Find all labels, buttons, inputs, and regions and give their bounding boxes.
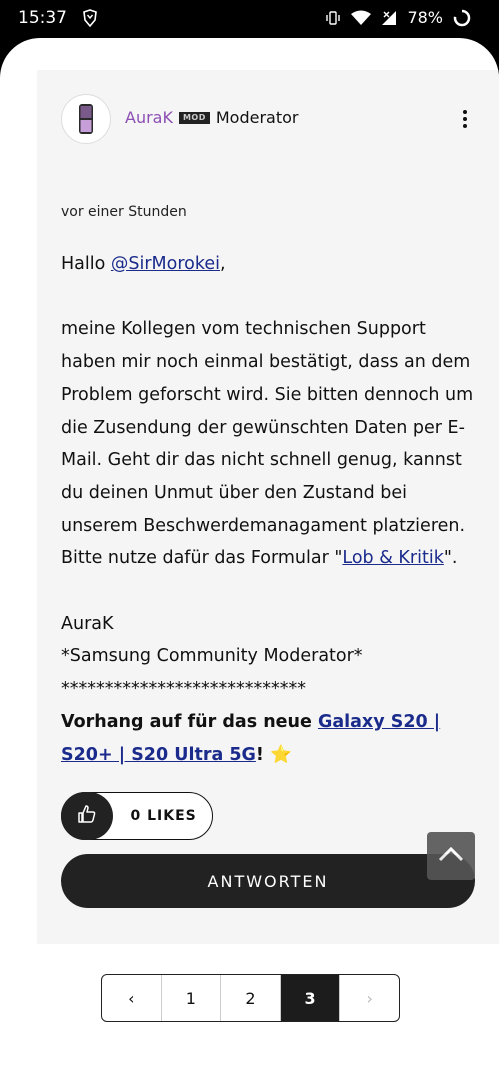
thumbs-up-icon (77, 804, 97, 828)
chevron-up-icon (438, 846, 464, 866)
mod-badge: MOD (178, 111, 210, 124)
post-body: Hallo @SirMorokei, meine Kollegen vom te… (61, 248, 479, 771)
promo-line: Vorhang auf für das neue Galaxy S20 | S2… (61, 706, 479, 771)
post-timestamp: vor einer Stunden (61, 204, 187, 220)
author-row: AuraK MOD Moderator (125, 108, 299, 127)
battery-icon (453, 9, 471, 27)
message-text-end: ". (443, 548, 458, 569)
signal-icon (381, 10, 397, 26)
battery-percent: 78% (407, 8, 443, 27)
greeting-suffix: , (220, 254, 226, 274)
mention-link[interactable]: @SirMorokei (111, 254, 220, 274)
avatar[interactable] (61, 94, 111, 144)
greeting-prefix: Hallo (61, 254, 111, 274)
signature-line: **************************** (61, 679, 306, 700)
author-role: Moderator (215, 108, 299, 127)
signature-name: AuraK (61, 613, 114, 634)
status-time: 15:37 (18, 8, 67, 28)
pagination-next[interactable]: › (340, 975, 399, 1021)
pagination: ‹ 1 2 3 › (101, 974, 400, 1022)
like-button[interactable] (60, 792, 113, 840)
greeting: Hallo @SirMorokei, (61, 248, 479, 281)
message-text: meine Kollegen vom technischen Support h… (61, 319, 474, 569)
promo-prefix: Vorhang auf für das neue (61, 711, 318, 732)
page-content: AuraK MOD Moderator vor einer Stunden Ha… (0, 38, 499, 1080)
promo-suffix: ! (255, 744, 270, 765)
author-name[interactable]: AuraK (125, 108, 173, 127)
vibrate-icon (325, 10, 341, 26)
lob-kritik-link[interactable]: Lob & Kritik (342, 548, 443, 568)
post-card: AuraK MOD Moderator vor einer Stunden Ha… (37, 70, 499, 944)
pagination-page-3[interactable]: 3 (280, 975, 341, 1021)
signature-title: *Samsung Community Moderator* (61, 646, 363, 667)
likes-count: 0 LIKES (130, 808, 197, 824)
pagination-page-2[interactable]: 2 (221, 975, 281, 1021)
star-emoji: ⭐ (269, 744, 292, 765)
wifi-icon (351, 10, 372, 26)
pagination-page-1[interactable]: 1 (162, 975, 222, 1021)
likes-control: 0 LIKES (60, 792, 213, 840)
reply-button[interactable]: ANTWORTEN (61, 854, 475, 908)
kebab-menu-icon[interactable] (459, 108, 471, 132)
scroll-to-top-button[interactable] (427, 832, 475, 880)
pagination-prev[interactable]: ‹ (102, 975, 162, 1021)
brave-shield-icon (82, 9, 98, 31)
status-bar: 15:37 78% (0, 0, 499, 38)
message-paragraph: meine Kollegen vom technischen Support h… (61, 313, 479, 575)
